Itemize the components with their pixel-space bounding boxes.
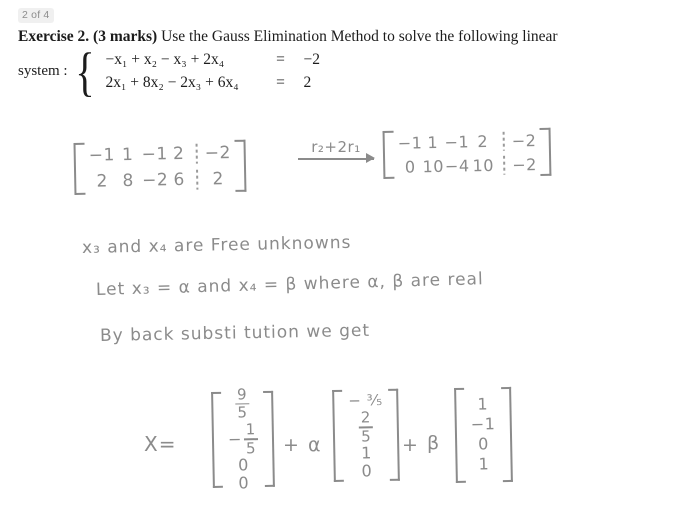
matrix-cell: 6 (173, 169, 186, 191)
exercise-statement: Exercise 2. (3 marks) Use the Gauss Elim… (18, 28, 688, 102)
fraction-denominator: 5 (237, 403, 248, 422)
matrix-cell: −1 (397, 132, 423, 153)
vector-entry: 1 (360, 443, 373, 463)
vector-entry: 0 (237, 455, 249, 475)
fraction-denominator: 5 (360, 426, 372, 445)
matrix-row: −1 1 −1 2 −2 (89, 143, 231, 166)
equation-row: 2x₁ + 8x₂ − 2x₃ + 6x₄ = 2 (106, 74, 321, 92)
fraction: 1 5 (243, 419, 259, 457)
equation-row: −x₁ + x₂ − x₃ + 2x₄ = −2 (106, 51, 321, 69)
row-operation-annotation: r₂+2r₁ (298, 138, 375, 166)
matrix-cell: 1 (121, 144, 134, 166)
vector-entry: 0 (477, 434, 489, 454)
beta-coefficient: β (427, 432, 441, 454)
matrix-cell: 2 (477, 131, 489, 151)
arrow-head (366, 153, 375, 163)
vector-entry: −1 (470, 414, 496, 434)
matrix-cell: −1 (444, 131, 470, 152)
system-brace: { (74, 41, 95, 102)
exercise-prompt-text: Use the Gauss Elimination Method to solv… (161, 28, 558, 45)
transform-arrow-icon (298, 153, 375, 166)
vector-entry: − 1 5 (227, 419, 259, 457)
matrix-cell-rhs: −2 (204, 142, 231, 164)
arrow-shaft (298, 158, 374, 160)
minus-sign: − (227, 429, 243, 449)
exercise-prompt-line: Exercise 2. (3 marks) Use the Gauss Elim… (18, 28, 688, 46)
fraction-numerator: 2 (360, 407, 372, 427)
alpha-basis-vector: − ³⁄₅ 2 5 1 0 (332, 388, 401, 482)
matrix-cell: 0 (404, 156, 416, 177)
matrix-cell: −1 (88, 145, 115, 166)
fraction-numerator: 1 (245, 419, 256, 439)
matrix-cell: 10 (472, 155, 495, 175)
vector-bracket-right (500, 386, 513, 483)
vector-entry: 9 5 (235, 384, 250, 422)
matrix-row: 0 10 −4 10 −2 (398, 154, 537, 177)
augment-divider (195, 143, 198, 164)
equation-rhs: 2 (303, 74, 312, 92)
equation-equals: = (276, 74, 285, 92)
vector-bracket-right (388, 388, 401, 481)
matrix-cell: 10 (422, 156, 445, 176)
solution-x-label: X= (144, 432, 177, 456)
augment-divider (196, 169, 199, 190)
matrix-bracket-right (539, 127, 552, 176)
matrix-bracket-left (382, 130, 395, 179)
matrix-cell: 1 (427, 132, 439, 152)
equation-lhs: 2x₁ + 8x₂ − 2x₃ + 6x₄ (105, 74, 239, 92)
augmented-matrix-reduced: −1 1 −1 2 −2 0 10 −4 10 −2 (382, 127, 552, 179)
vector-entry: − ³⁄₅ (348, 390, 383, 410)
matrix-cell-rhs: −2 (512, 154, 537, 175)
equation-equals: = (276, 51, 285, 69)
vector-entry: 1 (478, 454, 490, 474)
equation-list: −x₁ + x₂ − x₃ + 2x₄ = −2 2x₁ + 8x₂ − 2x₃… (100, 51, 321, 92)
matrix-body: −1 1 −1 2 −2 2 8 −2 6 2 (84, 140, 235, 195)
equation-lhs: −x₁ + x₂ − x₃ + 2x₄ (105, 51, 225, 69)
matrix-cell: 2 (96, 171, 109, 192)
vector-entry: 2 5 (359, 407, 374, 445)
plus-sign-alpha: + (283, 434, 300, 456)
equation-system: system : { −x₁ + x₂ − x₃ + 2x₄ = −2 2x₁ … (18, 41, 688, 102)
matrix-bracket-right (234, 139, 247, 192)
fraction-numerator: 9 (236, 384, 248, 404)
matrix-row: 2 8 −2 6 2 (89, 169, 231, 192)
particular-solution-vector: 9 5 − 1 5 0 0 (211, 385, 275, 492)
equation-rhs: −2 (303, 51, 321, 69)
beta-basis-vector: 1 −1 0 1 (454, 386, 513, 483)
matrix-cell: 8 (122, 170, 135, 192)
vector-entry: 1 (477, 394, 489, 414)
matrix-cell-rhs: −2 (511, 130, 537, 151)
vector-body: − ³⁄₅ 2 5 1 0 (342, 389, 390, 482)
matrix-body: −1 1 −1 2 −2 0 10 −4 10 −2 (394, 128, 541, 179)
parameter-assignment-line: Let x₃ = α and x₄ = β where α, β are rea… (95, 269, 484, 300)
matrix-cell: −1 (141, 144, 168, 165)
matrix-cell: −4 (444, 155, 470, 176)
augmented-matrix-initial: −1 1 −1 2 −2 2 8 −2 6 2 (73, 139, 247, 195)
matrix-cell: 2 (172, 143, 185, 165)
free-unknowns-line: x₃ and x₄ are Free unknowns (81, 232, 352, 258)
exercise-marks: (3 marks) (93, 28, 158, 45)
plus-sign-beta: + (402, 434, 419, 456)
augment-divider (502, 131, 505, 151)
system-label: system : (18, 63, 68, 80)
fraction-denominator: 5 (245, 438, 257, 457)
vector-bracket-right (262, 390, 275, 487)
matrix-row: −1 1 −1 2 −2 (397, 130, 537, 153)
page-indicator: 2 of 4 (18, 8, 55, 23)
alpha-coefficient: α (308, 434, 322, 456)
matrix-cell-rhs: 2 (212, 169, 225, 190)
matrix-cell: −2 (142, 170, 169, 191)
back-substitution-line: By back substi tution we get (99, 320, 371, 346)
augment-divider (503, 155, 506, 175)
scanned-page: 2 of 4 Exercise 2. (3 marks) Use the Gau… (0, 0, 700, 525)
vector-body: 9 5 − 1 5 0 0 (221, 385, 265, 492)
vector-entry: 0 (361, 460, 373, 481)
vector-entry: 0 (238, 472, 250, 493)
vector-body: 1 −1 0 1 (464, 387, 502, 483)
